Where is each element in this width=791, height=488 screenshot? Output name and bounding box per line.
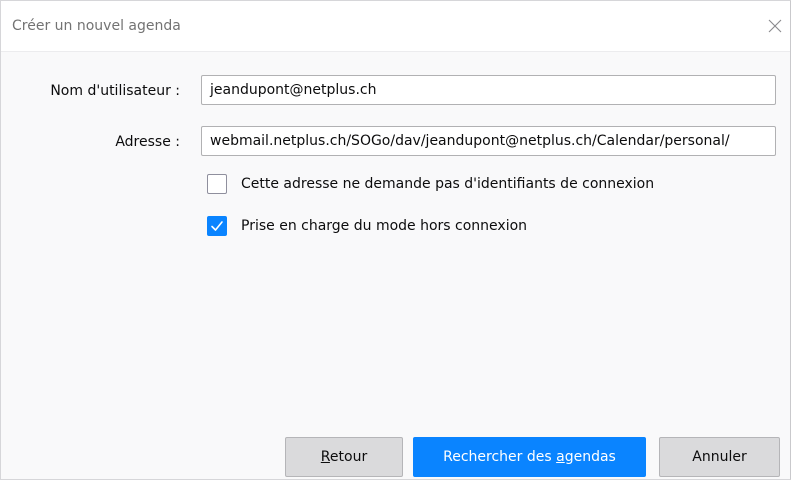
no-credentials-label: Cette adresse ne demande pas d'identifia…: [241, 176, 655, 192]
username-label: Nom d'utilisateur :: [50, 83, 180, 99]
offline-support-checkbox[interactable]: [207, 216, 227, 236]
username-field[interactable]: jeandupont@netplus.ch: [201, 75, 776, 105]
no-credentials-checkbox[interactable]: [207, 174, 227, 194]
checkmark-icon: [211, 221, 223, 231]
create-calendar-dialog: Créer un nouvel agenda Nom d'utilisateur…: [0, 0, 791, 480]
offline-support-label: Prise en charge du mode hors connexion: [241, 218, 528, 234]
dialog-titlebar: Créer un nouvel agenda: [1, 1, 790, 52]
close-button[interactable]: [760, 11, 790, 41]
cancel-button[interactable]: Annuler: [659, 437, 780, 477]
offline-support-option[interactable]: Prise en charge du mode hors connexion: [207, 216, 527, 236]
search-calendars-button[interactable]: Rechercher des agendas: [413, 437, 646, 477]
back-button-label: Retour: [320, 449, 368, 465]
dialog-title: Créer un nouvel agenda: [12, 18, 181, 34]
close-icon: [768, 19, 782, 33]
back-button[interactable]: Retour: [285, 437, 403, 477]
address-label: Adresse :: [115, 134, 180, 150]
no-credentials-option[interactable]: Cette adresse ne demande pas d'identifia…: [207, 174, 654, 194]
cancel-button-label: Annuler: [692, 449, 747, 465]
address-field[interactable]: webmail.netplus.ch/SOGo/dav/jeandupont@n…: [201, 126, 776, 156]
search-calendars-button-label: Rechercher des agendas: [443, 449, 616, 465]
